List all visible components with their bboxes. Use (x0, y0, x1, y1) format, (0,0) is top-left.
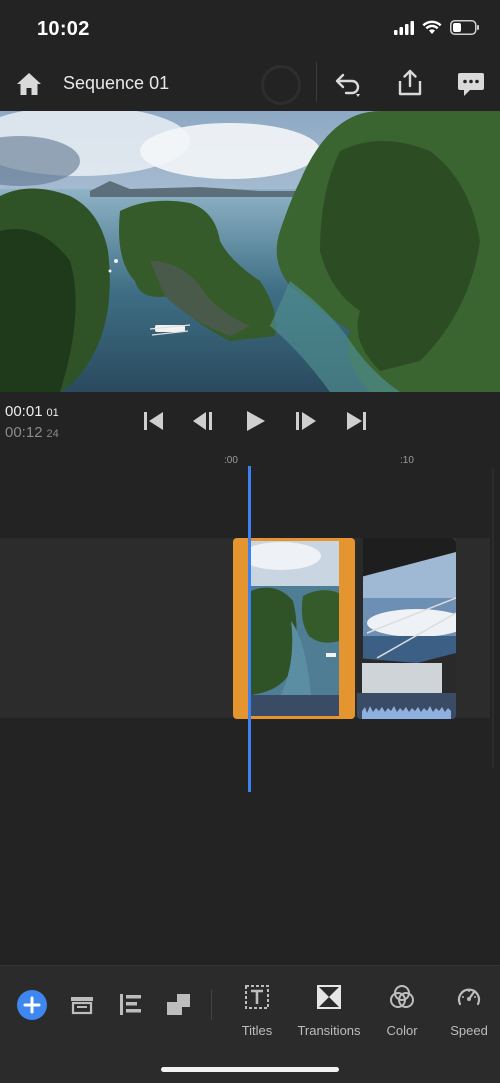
toolbar-divider (316, 62, 317, 102)
play-icon (247, 411, 265, 431)
status-bar: 10:02 (0, 0, 500, 58)
toolbar-divider (211, 990, 212, 1020)
step-forward-icon (296, 412, 316, 430)
clip[interactable] (357, 538, 456, 719)
align-icon (120, 994, 141, 1015)
undo-icon (335, 73, 360, 97)
home-button[interactable] (14, 70, 44, 98)
undo-button[interactable] (334, 70, 366, 98)
clip-thumbnail (251, 541, 339, 695)
skip-to-end-icon (347, 412, 366, 430)
timecode-total: 00:12 24 (5, 424, 59, 441)
cellular-signal-icon (394, 20, 414, 35)
ruler-mark-ten: :10 (400, 455, 414, 466)
skip-to-start-icon (144, 412, 163, 430)
color-icon (390, 985, 414, 1008)
bottom-toolbar: Titles Transitions Color Speed (0, 965, 500, 1083)
titles-icon (245, 985, 269, 1009)
current-time: 00:01 (5, 403, 43, 420)
play-button[interactable] (243, 408, 269, 434)
transitions-label: Transitions (297, 1023, 361, 1038)
timeline-scrollbar[interactable] (492, 468, 494, 768)
top-toolbar: Sequence 01 (0, 58, 500, 110)
share-button[interactable] (396, 68, 424, 98)
step-back-icon (193, 412, 212, 430)
clip-thumbnail-image (357, 538, 456, 693)
wifi-icon (422, 20, 442, 34)
playhead[interactable] (248, 466, 251, 792)
status-icons (394, 20, 480, 35)
progress-ring (261, 65, 301, 105)
transitions-icon (317, 985, 341, 1009)
clip-audio-waveform (357, 693, 456, 719)
home-icon (17, 73, 41, 95)
step-forward-button[interactable] (293, 408, 319, 434)
share-icon (398, 69, 422, 96)
layers-button[interactable] (68, 990, 96, 1018)
total-time: 00:12 (5, 424, 43, 441)
titles-label: Titles (241, 1023, 273, 1038)
clip-thumbnail-image (251, 541, 339, 695)
speed-label: Speed (450, 1023, 488, 1038)
skip-to-start-button[interactable] (141, 408, 167, 434)
step-back-button[interactable] (191, 408, 217, 434)
speed-icon (457, 988, 481, 1006)
video-preview[interactable] (0, 111, 500, 392)
home-indicator[interactable] (161, 1067, 339, 1072)
current-frames: 01 (46, 407, 59, 419)
preview-frame-image (0, 111, 500, 392)
clip-audio-strip (251, 695, 339, 716)
clip-thumbnail (357, 538, 456, 693)
layers-icon (71, 997, 93, 1015)
align-button[interactable] (117, 990, 145, 1018)
speed-button[interactable]: Speed (429, 984, 500, 1044)
battery-icon (450, 20, 479, 35)
crop-button[interactable] (165, 990, 193, 1018)
waveform-icon (362, 706, 451, 719)
ruler-mark-start: :00 (224, 455, 238, 466)
total-frames: 24 (46, 428, 59, 440)
titles-button[interactable]: Titles (217, 984, 297, 1044)
add-media-button[interactable] (17, 990, 47, 1020)
skip-to-end-button[interactable] (344, 408, 370, 434)
transitions-button[interactable]: Transitions (289, 984, 369, 1044)
project-title[interactable]: Sequence 01 (63, 73, 169, 94)
add-icon (23, 996, 41, 1014)
comment-button[interactable] (456, 70, 486, 98)
timecode-current: 00:01 01 (5, 403, 59, 420)
comment-icon (458, 73, 484, 96)
crop-icon (167, 994, 190, 1015)
status-time: 10:02 (37, 18, 90, 40)
